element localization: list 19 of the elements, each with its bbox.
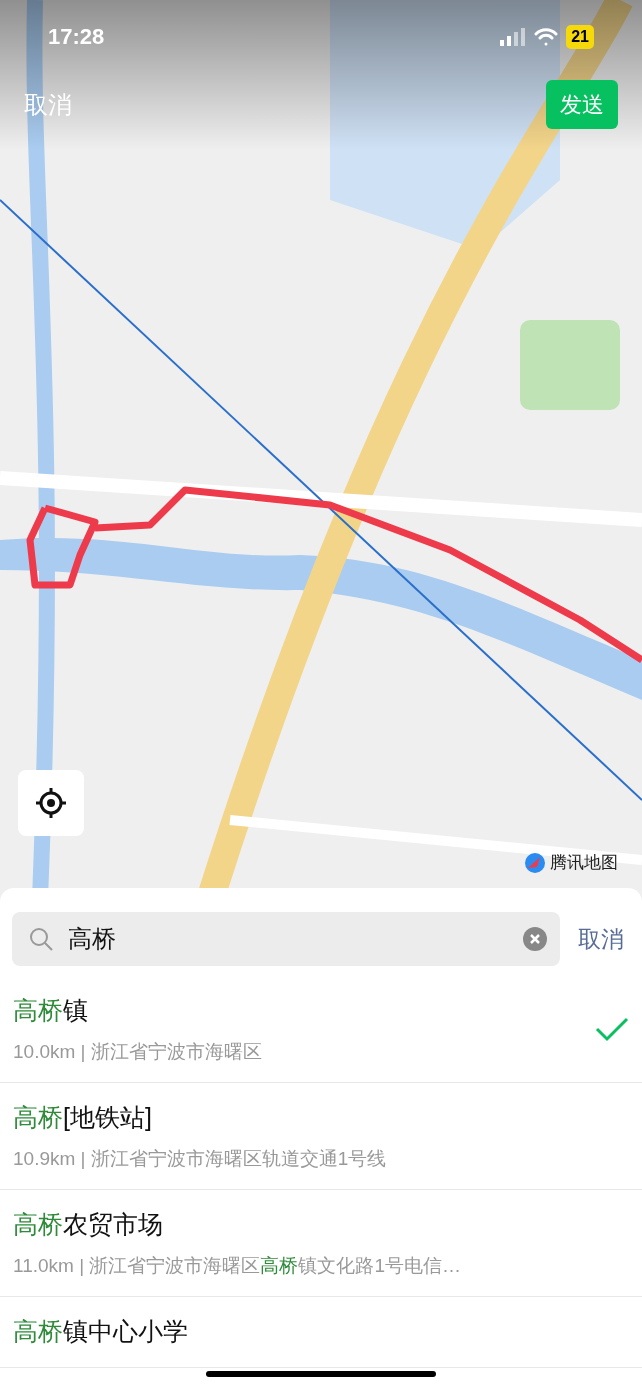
result-name: 高桥[地铁站]	[13, 1102, 153, 1133]
result-name: 高桥农贸市场	[13, 1209, 164, 1240]
search-cancel-button[interactable]: 取消	[572, 921, 630, 957]
result-detail: 10.9km | 浙江省宁波市海曙区轨道交通1号线	[13, 1146, 388, 1171]
result-detail: 11.0km | 浙江省宁波市海曙区高桥镇文化路1号电信…	[13, 1253, 462, 1278]
search-icon	[28, 926, 54, 952]
result-name: 高桥镇中心小学	[13, 1316, 189, 1347]
result-detail: 10.0km | 浙江省宁波市海曙区	[13, 1039, 263, 1064]
battery-level: 21	[566, 24, 594, 49]
map-logo-icon	[524, 851, 546, 874]
search-field[interactable]: 高桥	[12, 912, 560, 966]
status-time: 17:28	[48, 23, 105, 51]
map-attribution: 腾讯地图	[550, 852, 618, 874]
signal-icon	[500, 27, 527, 46]
locate-button[interactable]	[18, 770, 84, 836]
clear-icon[interactable]	[522, 926, 548, 952]
wifi-icon	[534, 27, 559, 46]
crosshair-icon	[35, 787, 67, 819]
result-name: 高桥镇	[13, 995, 89, 1026]
